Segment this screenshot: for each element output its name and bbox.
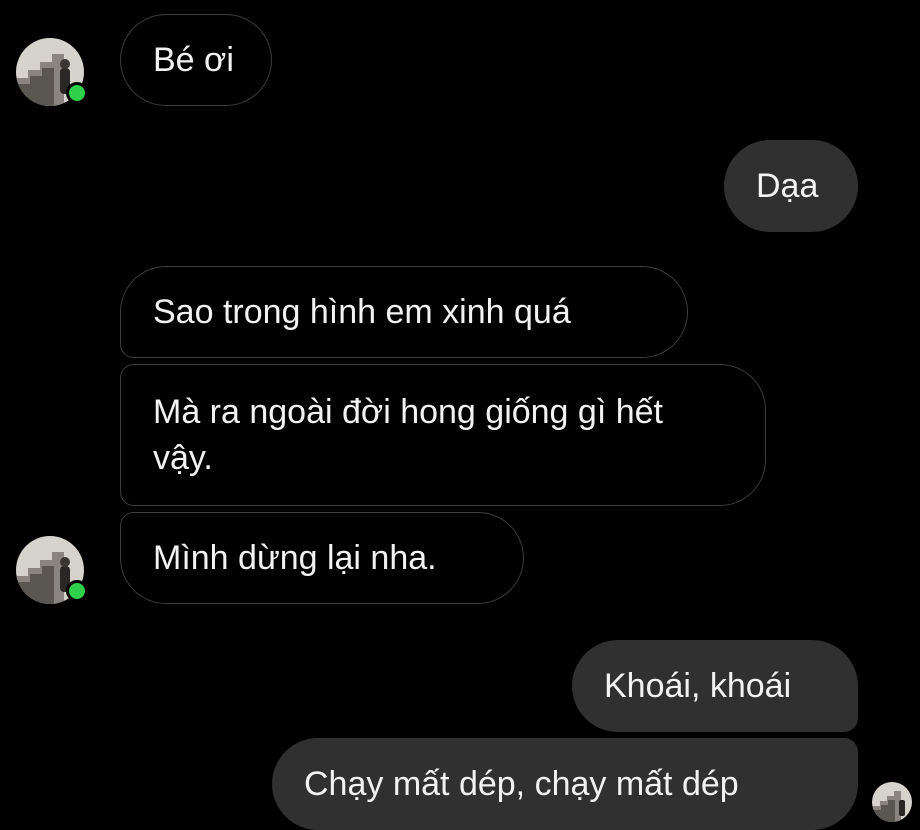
message-text: Bé ơi <box>153 41 234 79</box>
stairs-photo-icon <box>872 782 912 822</box>
message-text: Mà ra ngoài đời hong giống gì hết vậy. <box>153 393 663 477</box>
message-text: Khoái, khoái <box>604 667 792 705</box>
online-indicator <box>66 580 88 602</box>
message-text: Dạa <box>756 167 819 205</box>
message-text: Mình dừng lại nha. <box>153 539 437 577</box>
message-outgoing[interactable]: Khoái, khoái <box>572 640 858 732</box>
message-text: Sao trong hình em xinh quá <box>153 293 571 331</box>
chat-thread[interactable]: Bé ơi Dạa Sao trong hình em xinh quá Mà … <box>0 0 920 830</box>
message-outgoing[interactable]: Dạa <box>724 140 858 232</box>
online-indicator <box>66 82 88 104</box>
contact-avatar[interactable] <box>16 536 88 604</box>
contact-avatar[interactable] <box>16 38 88 106</box>
message-incoming[interactable]: Bé ơi <box>120 14 272 106</box>
message-incoming[interactable]: Mà ra ngoài đời hong giống gì hết vậy. <box>120 364 766 506</box>
message-incoming[interactable]: Mình dừng lại nha. <box>120 512 524 604</box>
message-incoming[interactable]: Sao trong hình em xinh quá <box>120 266 688 358</box>
message-text: Chạy mất dép, chạy mất dép <box>304 765 739 803</box>
seen-avatar <box>872 782 912 822</box>
message-outgoing[interactable]: Chạy mất dép, chạy mất dép <box>272 738 858 830</box>
